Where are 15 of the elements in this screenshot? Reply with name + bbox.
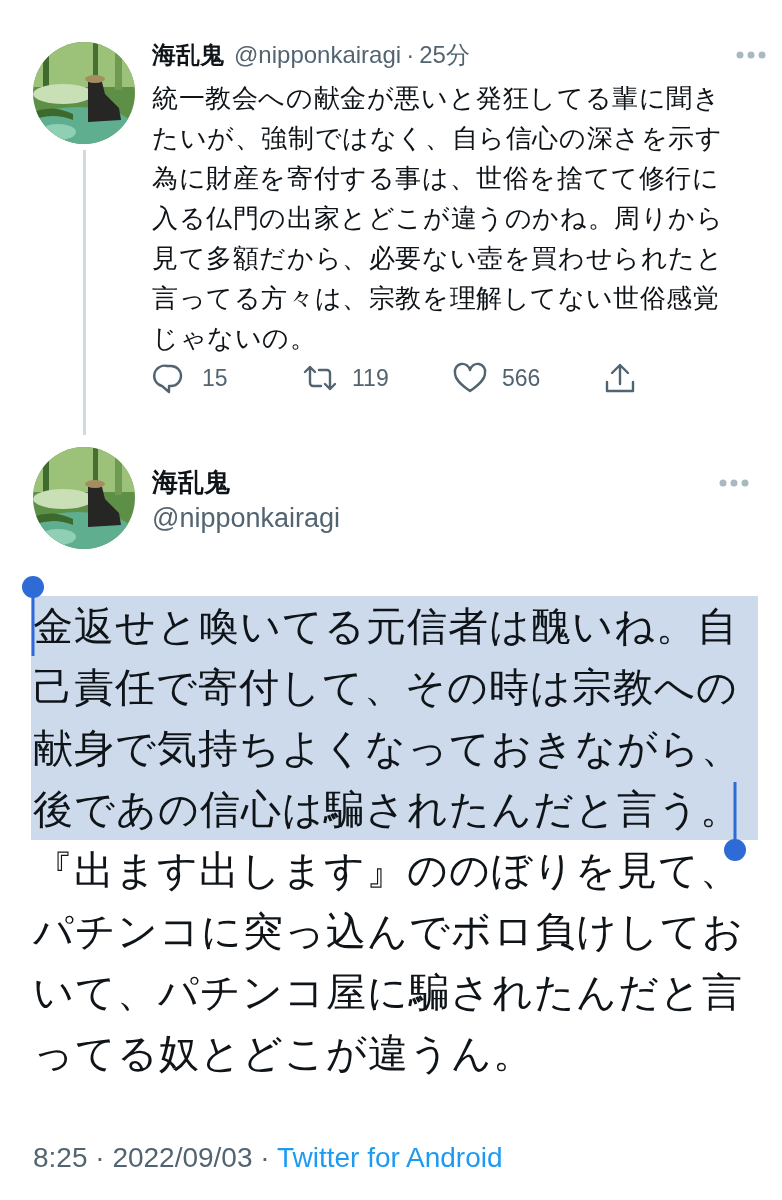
selection-handle[interactable] <box>723 782 747 862</box>
post-timestamp: 8:25 · 2022/09/03 · <box>33 1142 270 1173</box>
tweet-text: 統一教会への献金が悪いと発狂してる輩に聞きたいが、強制ではなく、自ら信心の深さを示す為に財産を寄付する事は、世俗を捨てて修行に入る仏門の出家とどこが違うのかね。周りから見て多額だから、必要ない壺を買わせられたと言ってる方々は、宗教を理解してない世俗感覚じゃないの。 <box>152 82 725 355</box>
action-count: 119 <box>352 364 389 392</box>
tweet-text: 『出ます出します』ののぼりを見て、パチンコに突っ込んでボロ負けしておいて、パチンコ屋に騙されたんだと言ってる奴とどこが違うん。 <box>33 848 744 1075</box>
selected-text: 金返せと喚いてる元信者は醜いね。自己責任で寄付して、その時は宗教への献身で気持ちよくなっておきながら、後であの信心は騙されたんだと言う。 <box>31 596 758 840</box>
author-handle[interactable]: @nipponkairagi <box>152 500 341 536</box>
author-name[interactable]: 海乱鬼 <box>152 464 341 500</box>
heart-icon[interactable] <box>452 362 488 394</box>
author-name[interactable]: 海乱鬼 <box>152 39 224 71</box>
author-handle[interactable]: @nipponkairagi <box>234 41 402 69</box>
action-count: 566 <box>502 364 541 392</box>
separator-dot: · <box>406 41 415 69</box>
action-count: 15 <box>202 364 228 392</box>
post-time[interactable]: 25分 <box>419 39 470 71</box>
